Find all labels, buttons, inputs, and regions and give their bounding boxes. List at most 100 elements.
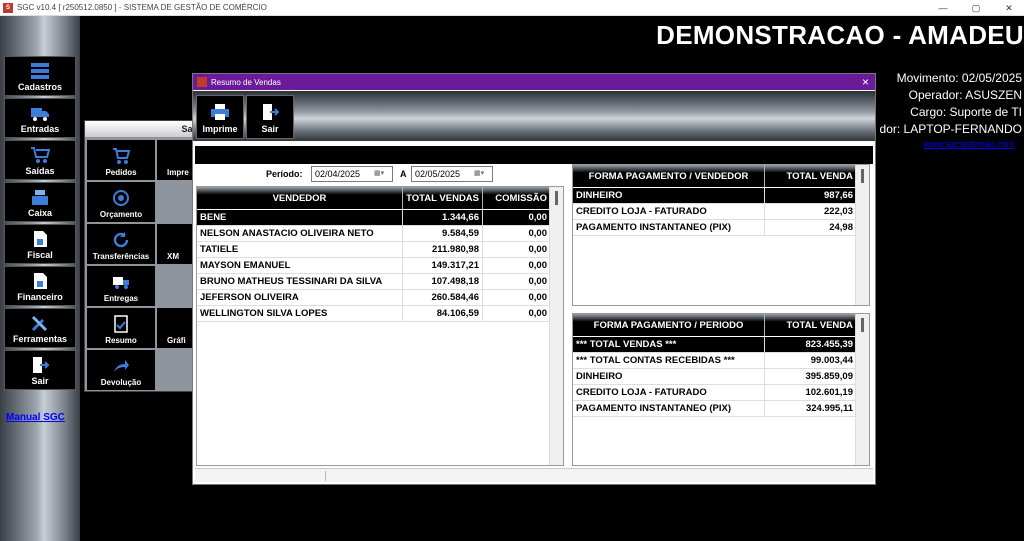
vendor-name-cell: BENE bbox=[197, 210, 403, 225]
table-row[interactable]: DINHEIRO 395.859,09 bbox=[573, 369, 857, 385]
column-header-total-vendas[interactable]: TOTAL VENDAS bbox=[403, 187, 483, 209]
table-row[interactable]: MAYSON EMANUEL 149.317,21 0,00 bbox=[197, 258, 551, 274]
sidebar-item-cadastros[interactable]: Cadastros bbox=[4, 56, 76, 96]
calendar-dropdown-icon[interactable]: ▦▾ bbox=[374, 169, 390, 179]
cart-icon bbox=[113, 148, 130, 164]
vendor-name-cell: BRUNO MATHEUS TESSINARI DA SILVA bbox=[197, 274, 403, 289]
payment-total-cell: 987,66 bbox=[765, 188, 857, 203]
sidebar-item-label: Ferramentas bbox=[12, 334, 68, 344]
table-row[interactable]: BENE 1.344,66 0,00 bbox=[197, 210, 551, 226]
submenu-item-label: Impre bbox=[167, 168, 189, 177]
payment-method-cell: DINHEIRO bbox=[573, 369, 765, 384]
table-row[interactable]: NELSON ANASTACIO OLIVEIRA NETO 9.584,59 0,… bbox=[197, 226, 551, 242]
vendor-total-cell: 9.584,59 bbox=[403, 226, 483, 241]
column-header-total-venda[interactable]: TOTAL VENDA bbox=[765, 165, 857, 187]
vendors-scrollbar[interactable] bbox=[549, 187, 563, 465]
dialog-close-button[interactable]: × bbox=[862, 75, 869, 89]
payment-by-period-scrollbar[interactable] bbox=[855, 314, 869, 465]
print-button[interactable]: Imprime bbox=[196, 95, 244, 139]
minimize-button[interactable]: — bbox=[928, 0, 958, 16]
table-row[interactable]: CREDITO LOJA - FATURADO 222,03 bbox=[573, 204, 857, 220]
vendor-name-cell: WELLINGTON SILVA LOPES bbox=[197, 306, 403, 321]
scroll-thumb[interactable] bbox=[861, 169, 864, 183]
submenu-item-orcamento[interactable]: Orçamento bbox=[87, 182, 155, 222]
submenu-title: Saí bbox=[85, 121, 197, 137]
submenu-item-transferencias[interactable]: Transferências bbox=[87, 224, 155, 264]
sidebar-item-label: Fiscal bbox=[27, 250, 53, 260]
payment-by-vendor-scrollbar[interactable] bbox=[855, 165, 869, 305]
target-icon bbox=[113, 190, 129, 206]
sidebar-item-sair[interactable]: Sair bbox=[4, 350, 76, 390]
manual-link[interactable]: Manual SGC bbox=[6, 412, 65, 423]
table-row[interactable]: PAGAMENTO INSTANTANEO (PIX) 24,98 bbox=[573, 220, 857, 236]
dialog-statusbar bbox=[195, 468, 873, 482]
calendar-dropdown-icon[interactable]: ▦▾ bbox=[474, 169, 490, 179]
column-header-comissao[interactable]: COMISSÃO bbox=[483, 187, 551, 209]
close-window-button[interactable]: ✕ bbox=[994, 0, 1024, 16]
submenu-item-graficos[interactable]: Gráfi bbox=[157, 308, 197, 348]
vendor-commission-cell: 0,00 bbox=[483, 290, 551, 305]
sidebar-item-fiscal[interactable]: Fiscal bbox=[4, 224, 76, 264]
submenu-item-devolucao[interactable]: Devolução bbox=[87, 350, 155, 390]
table-row[interactable]: *** TOTAL CONTAS RECEBIDAS *** 99.003,44 bbox=[573, 353, 857, 369]
column-header-forma-pagamento-periodo[interactable]: FORMA PAGAMENTO / PERIODO bbox=[573, 314, 765, 336]
table-row[interactable]: DINHEIRO 987,66 bbox=[573, 188, 857, 204]
stack-icon bbox=[31, 63, 49, 79]
scroll-thumb[interactable] bbox=[861, 318, 864, 332]
vendor-total-cell: 107.498,18 bbox=[403, 274, 483, 289]
submenu-item-label: Orçamento bbox=[99, 210, 143, 219]
table-row[interactable]: JEFERSON OLIVEIRA 260.584,46 0,00 bbox=[197, 290, 551, 306]
submenu-item-xml[interactable]: XM bbox=[157, 224, 197, 264]
table-row[interactable]: CREDITO LOJA - FATURADO 102.601,19 bbox=[573, 385, 857, 401]
return-arrow-icon bbox=[114, 360, 129, 372]
vendors-grid[interactable]: VENDEDOR TOTAL VENDAS COMISSÃO BENE 1.344… bbox=[196, 186, 564, 466]
submenu-item-label: Entregas bbox=[103, 294, 139, 303]
payment-by-vendor-grid[interactable]: FORMA PAGAMENTO / VENDEDOR TOTAL VENDA D… bbox=[572, 164, 870, 306]
vendor-commission-cell: 0,00 bbox=[483, 258, 551, 273]
scroll-thumb[interactable] bbox=[555, 191, 558, 205]
sidebar-item-entradas[interactable]: Entradas bbox=[4, 98, 76, 138]
tools-icon bbox=[31, 315, 48, 332]
submenu-item-resumo[interactable]: Resumo bbox=[87, 308, 155, 348]
sidebar-item-label: Caixa bbox=[27, 208, 53, 218]
period-start-value: 02/04/2025 bbox=[315, 169, 361, 179]
submenu-item-entregas[interactable]: Entregas bbox=[87, 266, 155, 306]
period-start-date[interactable]: 02/04/2025 ▦▾ bbox=[311, 166, 393, 182]
payment-total-cell: 222,03 bbox=[765, 204, 857, 219]
submenu-item-pedidos[interactable]: Pedidos bbox=[87, 140, 155, 180]
exit-button[interactable]: Sair bbox=[246, 95, 294, 139]
vendor-commission-cell: 0,00 bbox=[483, 242, 551, 257]
table-row[interactable]: WELLINGTON SILVA LOPES 84.106,59 0,00 bbox=[197, 306, 551, 322]
exit-label: Sair bbox=[261, 124, 279, 134]
maximize-button[interactable]: ▢ bbox=[961, 0, 991, 16]
table-row[interactable]: *** TOTAL VENDAS *** 823.455,39 bbox=[573, 337, 857, 353]
sidebar-item-ferramentas[interactable]: Ferramentas bbox=[4, 308, 76, 348]
cargo-info: Cargo: Suporte de TI bbox=[910, 105, 1022, 119]
column-header-forma-pagamento-vendedor[interactable]: FORMA PAGAMENTO / VENDEDOR bbox=[573, 165, 765, 187]
table-row[interactable]: TATIELE 211.980,98 0,00 bbox=[197, 242, 551, 258]
table-row[interactable]: PAGAMENTO INSTANTANEO (PIX) 324.995,11 bbox=[573, 401, 857, 417]
sidebar-item-label: Entradas bbox=[20, 124, 60, 134]
column-header-vendedor[interactable]: VENDEDOR bbox=[197, 187, 403, 209]
payment-method-cell: PAGAMENTO INSTANTANEO (PIX) bbox=[573, 401, 765, 416]
period-end-date[interactable]: 02/05/2025 ▦▾ bbox=[411, 166, 493, 182]
website-link[interactable]: www.sgcsistemas.com bbox=[923, 139, 1014, 149]
table-row[interactable]: BRUNO MATHEUS TESSINARI DA SILVA 107.498,… bbox=[197, 274, 551, 290]
sidebar-item-financeiro[interactable]: Financeiro bbox=[4, 266, 76, 306]
report-icon bbox=[114, 315, 128, 333]
statusbar-divider bbox=[325, 471, 326, 481]
payment-total-cell: 102.601,19 bbox=[765, 385, 857, 400]
sidebar-item-caixa[interactable]: Caixa bbox=[4, 182, 76, 222]
payment-total-cell: 324.995,11 bbox=[765, 401, 857, 416]
submenu-item-label: Transferências bbox=[92, 252, 150, 261]
dialog-toolbar: Imprime Sair bbox=[193, 91, 875, 141]
payment-by-period-grid[interactable]: FORMA PAGAMENTO / PERIODO TOTAL VENDA **… bbox=[572, 313, 870, 466]
submenu-item-imprime[interactable]: Impre bbox=[157, 140, 197, 180]
column-header-total-venda[interactable]: TOTAL VENDA bbox=[765, 314, 857, 336]
payment-total-cell: 395.859,09 bbox=[765, 369, 857, 384]
vendor-total-cell: 149.317,21 bbox=[403, 258, 483, 273]
vendor-name-cell: TATIELE bbox=[197, 242, 403, 257]
sidebar-item-saidas[interactable]: Saídas bbox=[4, 140, 76, 180]
submenu-item-label: XM bbox=[167, 252, 179, 261]
cart-icon bbox=[31, 147, 50, 163]
